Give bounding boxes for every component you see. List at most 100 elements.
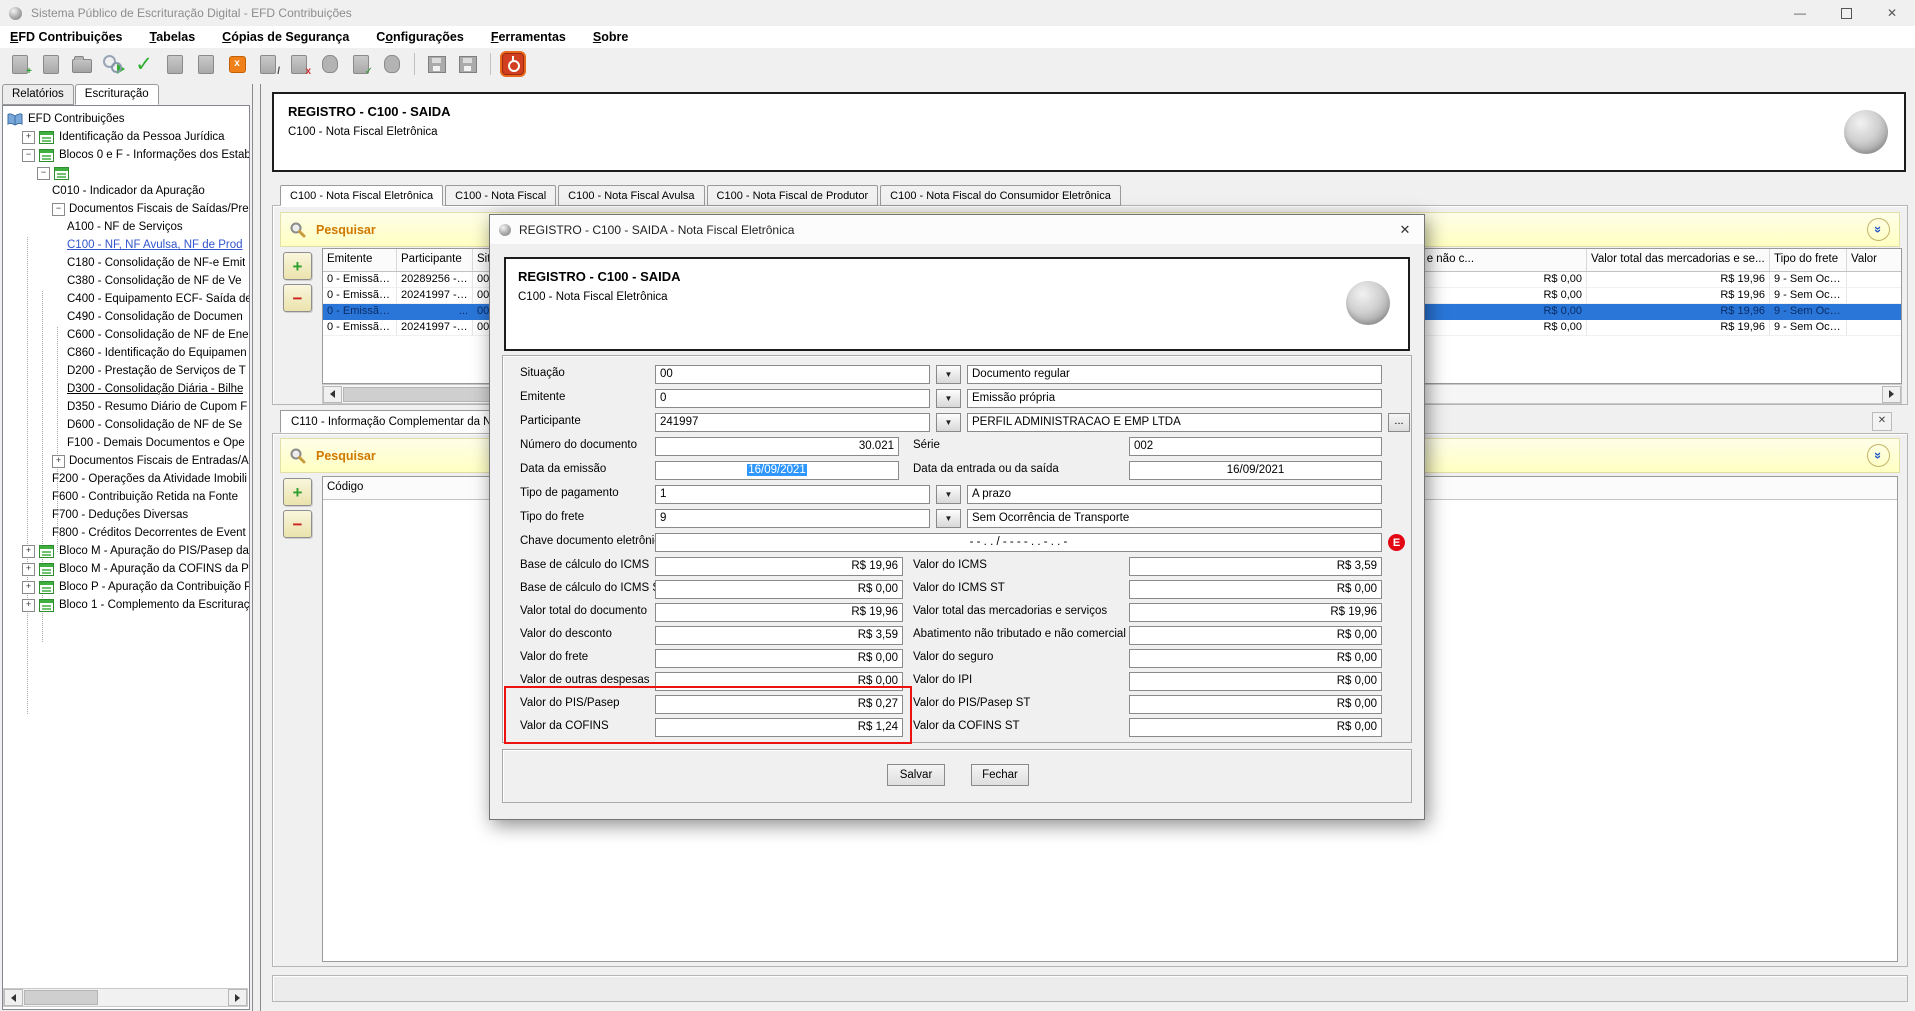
money-4-right-input[interactable]: R$ 0,00 <box>1129 649 1382 668</box>
money-3-left-input[interactable]: R$ 3,59 <box>655 626 903 645</box>
tree-item[interactable]: +Documentos Fiscais de Entradas/Aqui <box>3 452 249 470</box>
situacao-code-input[interactable]: 00 <box>655 365 930 384</box>
tree-item[interactable]: F800 - Créditos Decorrentes de Event <box>3 524 249 542</box>
tree-item[interactable]: F100 - Demais Documentos e Ope <box>3 434 249 452</box>
scroll-left-icon[interactable] <box>4 989 23 1006</box>
tab-c100-2[interactable]: C100 - Nota Fiscal Avulsa <box>558 185 704 206</box>
column-header[interactable]: Tipo do frete <box>1770 249 1847 271</box>
maximize-icon[interactable] <box>1823 0 1869 26</box>
scroll-right-icon[interactable] <box>1882 386 1901 403</box>
tree-item[interactable]: +Identificação da Pessoa Jurídica <box>3 128 249 146</box>
menu-item[interactable]: EFD Contribuições <box>10 30 123 44</box>
money-7-right-input[interactable]: R$ 0,00 <box>1129 718 1382 737</box>
numero-documento-input[interactable]: 30.021 <box>655 437 899 456</box>
participante-desc-field[interactable]: PERFIL ADMINISTRACAO E EMP LTDA <box>967 413 1382 432</box>
scrollbar-thumb[interactable] <box>24 990 98 1005</box>
situacao-desc-field[interactable]: Documento regular <box>967 365 1382 384</box>
menu-item[interactable]: Tabelas <box>150 30 196 44</box>
tipo-pagamento-dropdown-button[interactable]: ▼ <box>936 485 961 504</box>
tree-item[interactable]: C860 - Identificação do Equipamen <box>3 344 249 362</box>
tipo-pagamento-desc-field[interactable]: A prazo <box>967 485 1382 504</box>
tree-expander-icon[interactable]: + <box>22 599 35 612</box>
tipo-frete-desc-field[interactable]: Sem Ocorrência de Transporte <box>967 509 1382 528</box>
column-header[interactable]: Participante <box>397 249 473 271</box>
money-2-right-input[interactable]: R$ 19,96 <box>1129 603 1382 622</box>
open-record-icon[interactable] <box>39 52 63 76</box>
tipo-frete-dropdown-button[interactable]: ▼ <box>936 509 961 528</box>
money-1-right-input[interactable]: R$ 0,00 <box>1129 580 1382 599</box>
tree-expander-icon[interactable]: − <box>22 149 35 162</box>
tab-escrituracao[interactable]: Escrituração <box>75 84 159 105</box>
tree-item[interactable]: A100 - NF de Serviços <box>3 218 249 236</box>
emitente-code-input[interactable]: 0 <box>655 389 930 408</box>
participante-dropdown-button[interactable]: ▼ <box>936 413 961 432</box>
scroll-right-icon[interactable] <box>228 989 247 1006</box>
copy-record-icon[interactable] <box>163 52 187 76</box>
tree-item[interactable]: +Bloco 1 - Complemento da Escrituração <box>3 596 249 614</box>
chave-documento-input[interactable]: - - . . / - - - - . . - . . - <box>655 533 1382 552</box>
money-1-left-input[interactable]: R$ 0,00 <box>655 580 903 599</box>
money-3-right-input[interactable]: R$ 0,00 <box>1129 626 1382 645</box>
cancel-icon[interactable]: x <box>225 52 249 76</box>
emitente-dropdown-button[interactable]: ▼ <box>936 389 961 408</box>
tree-item[interactable]: −Blocos 0 e F - Informações dos Estabele… <box>3 146 249 164</box>
tree-item[interactable]: +Bloco M - Apuração do PIS/Pasep da Pe <box>3 542 249 560</box>
sign-record-icon[interactable] <box>318 52 342 76</box>
tree-item[interactable]: EFD Contribuições <box>3 110 249 128</box>
close-button[interactable]: Fechar <box>971 764 1029 786</box>
tipo-frete-code-input[interactable]: 9 <box>655 509 930 528</box>
tab-relatorios[interactable]: Relatórios <box>2 84 74 105</box>
tipo-pagamento-code-input[interactable]: 1 <box>655 485 930 504</box>
tree-expander-icon[interactable]: − <box>37 167 50 180</box>
tree-expander-icon[interactable]: + <box>22 545 35 558</box>
dialog-close-icon[interactable]: ✕ <box>1397 222 1413 238</box>
money-2-left-input[interactable]: R$ 19,96 <box>655 603 903 622</box>
tab-c110[interactable]: C110 - Informação Complementar da NF <box>280 410 510 433</box>
tab-c100-3[interactable]: C100 - Nota Fiscal de Produtor <box>707 185 879 206</box>
delete-record-icon[interactable]: x <box>287 52 311 76</box>
money-0-left-input[interactable]: R$ 19,96 <box>655 557 903 576</box>
process-data-icon[interactable] <box>101 52 125 76</box>
tree-item[interactable]: C490 - Consolidação de Documen <box>3 308 249 326</box>
data-entrada-input[interactable]: 16/09/2021 <box>1129 461 1382 480</box>
tree-item[interactable]: +Bloco P - Apuração da Contribuição Pre <box>3 578 249 596</box>
menu-item[interactable]: Configurações <box>376 30 464 44</box>
confirm-record-icon[interactable]: ✓ <box>349 52 373 76</box>
money-4-left-input[interactable]: R$ 0,00 <box>655 649 903 668</box>
participante-code-input[interactable]: 241997 <box>655 413 930 432</box>
tree-expander-icon[interactable]: − <box>52 203 65 216</box>
save-button[interactable]: Salvar <box>887 764 945 786</box>
money-5-right-input[interactable]: R$ 0,00 <box>1129 672 1382 691</box>
tree-item[interactable]: +Bloco M - Apuração da COFINS da Pess <box>3 560 249 578</box>
tree-item[interactable]: − <box>3 164 249 182</box>
protect-record-icon[interactable] <box>380 52 404 76</box>
section-close-icon[interactable]: ✕ <box>1872 412 1892 431</box>
emitente-desc-field[interactable]: Emissão própria <box>967 389 1382 408</box>
c110-add-row-button[interactable]: + <box>283 478 312 506</box>
tab-c100-4[interactable]: C100 - Nota Fiscal do Consumidor Eletrôn… <box>880 185 1121 206</box>
money-6-right-input[interactable]: R$ 0,00 <box>1129 695 1382 714</box>
tree-item[interactable]: C380 - Consolidação de NF de Ve <box>3 272 249 290</box>
import-record-icon[interactable] <box>194 52 218 76</box>
tree-item[interactable]: F600 - Contribuição Retida na Fonte <box>3 488 249 506</box>
tree-item[interactable]: D600 - Consolidação de NF de Se <box>3 416 249 434</box>
tab-c100-1[interactable]: C100 - Nota Fiscal <box>445 185 556 206</box>
tree-item[interactable]: C400 - Equipamento ECF- Saída de <box>3 290 249 308</box>
data-emissao-input[interactable]: 16/09/2021 <box>655 461 899 480</box>
column-header[interactable]: Emitente <box>323 249 397 271</box>
save-icon[interactable] <box>425 52 449 76</box>
tree-item[interactable]: D350 - Resumo Diário de Cupom F <box>3 398 249 416</box>
menu-item[interactable]: Ferramentas <box>491 30 566 44</box>
remove-row-button[interactable]: − <box>283 284 312 312</box>
money-0-right-input[interactable]: R$ 3,59 <box>1129 557 1382 576</box>
tree-expander-icon[interactable]: + <box>22 563 35 576</box>
edit-record-icon[interactable]: / <box>256 52 280 76</box>
collapse-chevron-icon[interactable]: » <box>1867 444 1890 467</box>
tree-expander-icon[interactable]: + <box>22 581 35 594</box>
tree-item[interactable]: D200 - Prestação de Serviços de T <box>3 362 249 380</box>
collapse-chevron-icon[interactable]: » <box>1867 218 1890 241</box>
tree-expander-icon[interactable]: + <box>22 131 35 144</box>
situacao-dropdown-button[interactable]: ▼ <box>936 365 961 384</box>
tree-horizontal-scrollbar[interactable] <box>3 988 248 1007</box>
new-record-icon[interactable]: + <box>8 52 32 76</box>
